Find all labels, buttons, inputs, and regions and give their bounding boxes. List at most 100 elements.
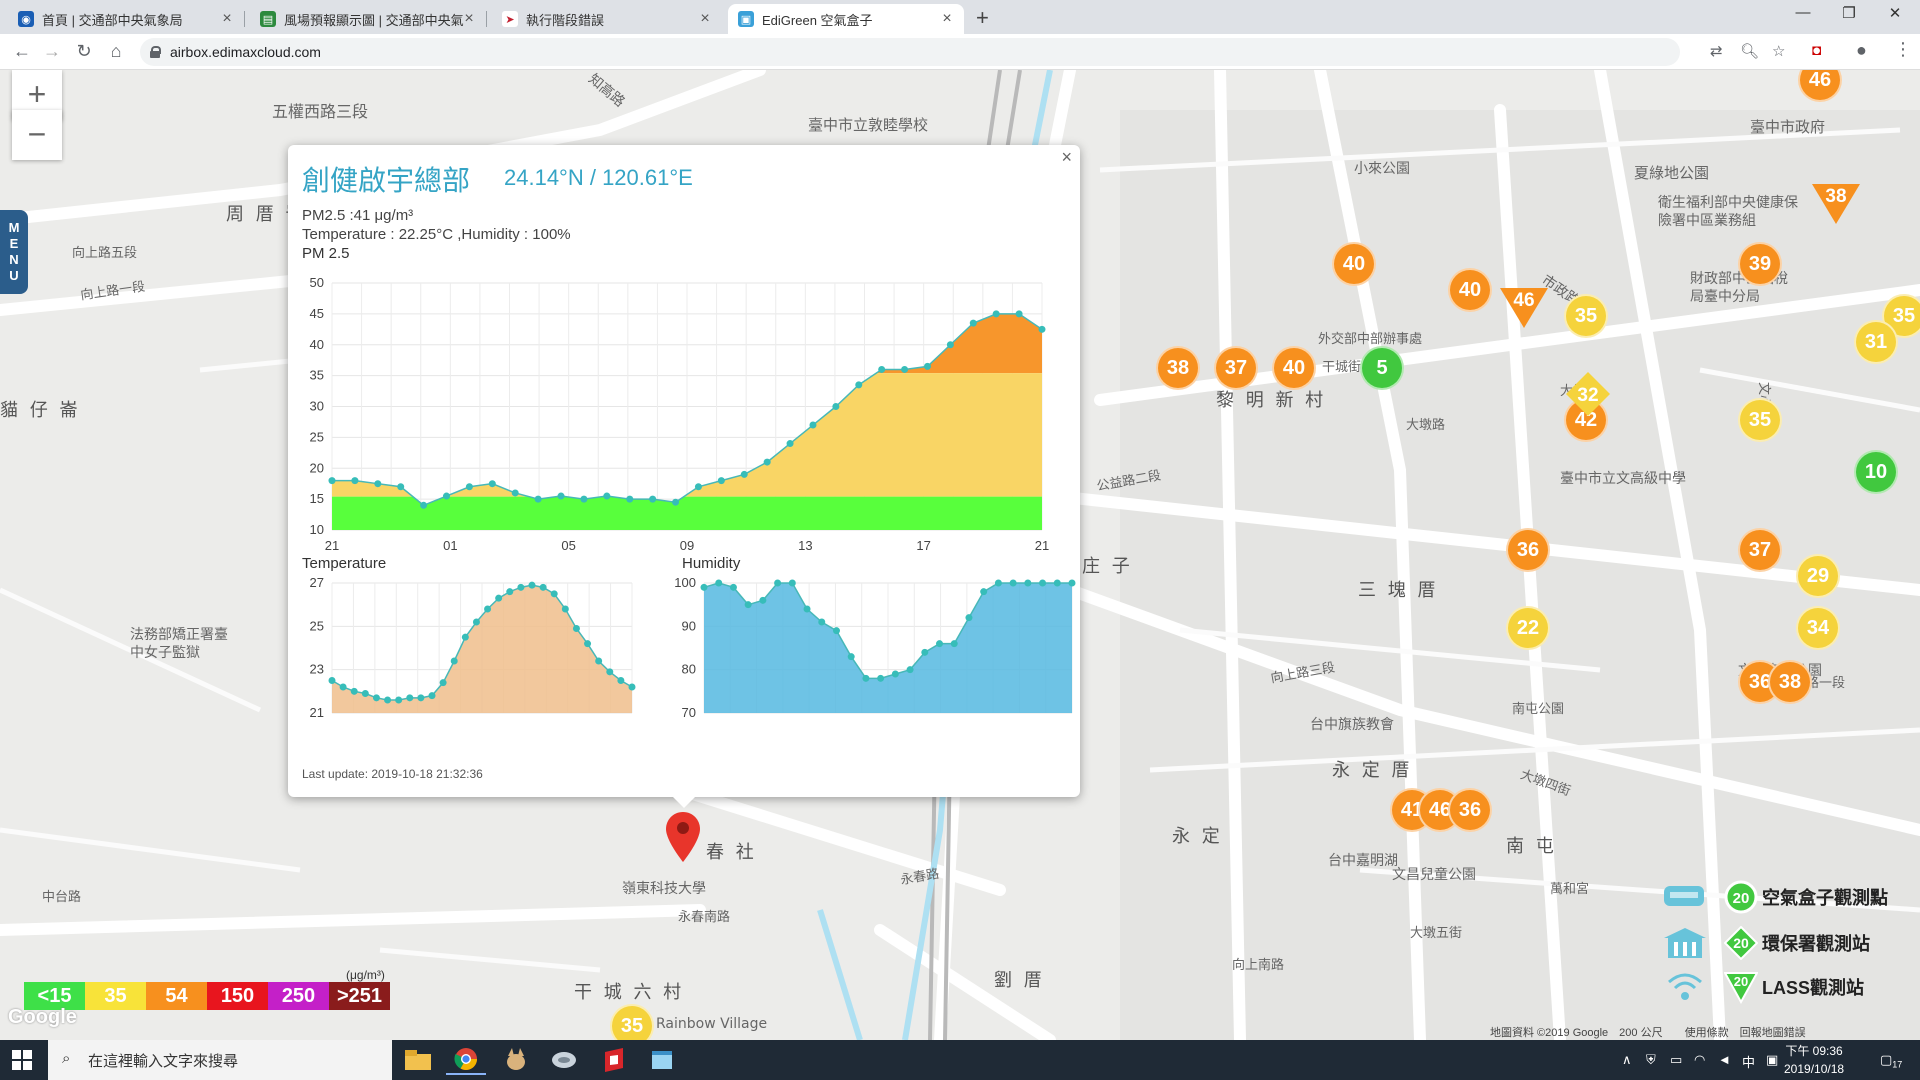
data-point xyxy=(1038,325,1046,333)
more-menu-icon[interactable]: ⋮ xyxy=(1894,39,1912,60)
data-point xyxy=(595,657,603,665)
app-icon-notepad[interactable] xyxy=(642,1045,682,1075)
sensor-marker[interactable]: 38 xyxy=(1768,660,1812,704)
sensor-marker[interactable]: 35 xyxy=(1738,398,1782,442)
chrome-icon[interactable] xyxy=(446,1045,486,1075)
x-tick-label: 13 xyxy=(798,538,812,553)
data-point xyxy=(759,596,767,604)
data-point xyxy=(1068,579,1076,587)
data-point xyxy=(906,666,914,674)
airbox-icon xyxy=(1660,880,1710,914)
sensor-marker[interactable]: 40 xyxy=(1272,346,1316,390)
close-icon[interactable]: × xyxy=(696,10,714,28)
y-tick-label: 35 xyxy=(310,368,324,383)
sensor-marker[interactable]: 37 xyxy=(1214,346,1258,390)
tab-label: 執行階段錯誤 xyxy=(526,12,605,28)
app-icon-red[interactable] xyxy=(594,1045,634,1075)
data-point xyxy=(946,341,954,349)
extension-icon[interactable]: ◘ xyxy=(1812,42,1821,59)
close-icon[interactable]: × xyxy=(218,10,236,28)
menu-button[interactable]: MENU xyxy=(0,210,28,294)
data-point xyxy=(384,696,392,704)
profile-icon[interactable]: ● xyxy=(1856,40,1867,61)
minimize-icon[interactable]: — xyxy=(1780,4,1826,21)
data-point xyxy=(878,365,886,373)
sensor-info-popup: × 創健啟宇總部 24.14°N / 120.61°E PM2.5 :41 μg… xyxy=(288,145,1080,797)
home-icon[interactable]: ⌂ xyxy=(104,41,128,62)
sensor-marker[interactable]: 34 xyxy=(1796,606,1840,650)
sensor-marker[interactable]: 40 xyxy=(1448,268,1492,312)
app-icon-cat[interactable] xyxy=(496,1045,536,1075)
zoom-out-button[interactable]: − xyxy=(12,110,62,160)
volume-icon[interactable]: ◄ xyxy=(1718,1052,1731,1067)
sensor-marker[interactable]: 22 xyxy=(1506,606,1550,650)
windows-start-icon[interactable] xyxy=(12,1050,32,1070)
sensor-marker[interactable]: 31 xyxy=(1854,320,1898,364)
box-icon: ▣ xyxy=(738,11,754,27)
restore-icon[interactable]: ❐ xyxy=(1826,4,1872,22)
aqi-cell: 54 xyxy=(146,982,207,1010)
sensor-marker[interactable]: 10 xyxy=(1854,450,1898,494)
legend-label: LASS觀測站 xyxy=(1762,978,1865,998)
sensor-marker[interactable]: 36 xyxy=(1506,528,1550,572)
file-explorer-icon[interactable] xyxy=(398,1045,438,1075)
forward-icon[interactable]: → xyxy=(40,41,64,62)
tab-wind-forecast[interactable]: ▤ 風場預報顯示圖 | 交通部中央氣象局 × xyxy=(250,4,487,34)
tab-strip: ◉ 首頁 | 交通部中央氣象局 × ▤ 風場預報顯示圖 | 交通部中央氣象局 ×… xyxy=(0,0,1920,34)
taskbar-search-box[interactable]: ⌕ 在這裡輸入文字來搜尋 xyxy=(48,1040,392,1080)
data-point xyxy=(965,614,973,622)
new-tab-button[interactable]: + xyxy=(976,5,989,31)
eye-icon: ◉ xyxy=(18,11,34,27)
sensor-marker[interactable]: 5 xyxy=(1360,346,1404,390)
app-icon-plane[interactable] xyxy=(544,1045,584,1075)
tab-cwb-home[interactable]: ◉ 首頁 | 交通部中央氣象局 × xyxy=(8,4,245,34)
zoom-icon[interactable]: 🔍︎ xyxy=(1740,42,1759,60)
tab-runtime-error[interactable]: ➤ 執行階段錯誤 × xyxy=(492,4,722,34)
sensor-marker[interactable]: 36 xyxy=(1448,788,1492,832)
map-label: 衛生福利部中央健康保險署中區業務組 xyxy=(1658,195,1798,229)
popup-close-button[interactable]: × xyxy=(1061,147,1072,168)
lass-marker-value: 38 xyxy=(1825,186,1846,207)
taskbar-clock[interactable]: 下午 09:36 2019/10/18 xyxy=(1784,1042,1844,1078)
ime-indicator[interactable]: 中 xyxy=(1742,1052,1755,1071)
window-close-icon[interactable]: ✕ xyxy=(1872,4,1918,22)
data-point xyxy=(361,690,369,697)
aqi-cell: 35 xyxy=(85,982,146,1010)
close-icon[interactable]: × xyxy=(460,10,478,28)
map-label: 文昌兒童公園 xyxy=(1392,867,1476,883)
sensor-marker[interactable]: 40 xyxy=(1332,242,1376,286)
url-bar[interactable]: airbox.edimaxcloud.com xyxy=(140,38,1680,66)
sensor-marker[interactable]: 37 xyxy=(1738,528,1782,572)
data-point xyxy=(511,489,519,497)
aqi-unit-label: (μg/m³) xyxy=(346,968,385,982)
pm25-chart: 10 15 20 25 30 35 40 45 50 21 01 05 09 13 17 21 xyxy=(310,275,1050,553)
reload-icon[interactable]: ↻ xyxy=(72,41,96,62)
translate-icon[interactable]: ⇄ xyxy=(1710,42,1723,60)
keyboard-icon[interactable]: ▣ xyxy=(1766,1052,1778,1068)
popup-pointer xyxy=(672,796,696,808)
arrow-logo-icon: ➤ xyxy=(502,11,518,27)
tray-security-icon[interactable]: ⛨ xyxy=(1646,1052,1656,1068)
wifi-icon[interactable]: ◠ xyxy=(1694,1052,1705,1068)
tab-edigreen[interactable]: ▣ EdiGreen 空氣盒子 × xyxy=(728,4,964,34)
lass-marker[interactable]: 38 xyxy=(1812,184,1860,226)
map-attribution[interactable]: 地圖資料 ©2019 Google 200 公尺 使用條款 回報地圖錯誤 xyxy=(1490,1024,1806,1040)
map-label: 五權西路三段 xyxy=(272,102,369,121)
building-icon xyxy=(1660,926,1710,960)
epa-station-marker[interactable]: 32 xyxy=(1566,372,1610,416)
lass-marker[interactable]: 46 xyxy=(1500,288,1548,330)
close-icon[interactable]: × xyxy=(938,10,956,28)
tray-expand-icon[interactable]: ∧ xyxy=(1622,1052,1632,1068)
notification-icon[interactable]: ▢17 xyxy=(1880,1052,1902,1070)
data-point xyxy=(517,583,525,591)
star-icon[interactable]: ☆ xyxy=(1772,42,1785,60)
sensor-marker[interactable]: 29 xyxy=(1796,554,1840,598)
sensor-marker[interactable]: 38 xyxy=(1156,346,1200,390)
location-pin-icon[interactable] xyxy=(666,812,700,862)
back-icon[interactable]: ← xyxy=(10,41,34,62)
sensor-marker[interactable]: 39 xyxy=(1738,242,1782,286)
sensor-marker[interactable]: 35 xyxy=(1564,294,1608,338)
map-label: 臺中市政府 xyxy=(1750,118,1826,136)
battery-icon[interactable]: ▭ xyxy=(1670,1052,1682,1068)
sensor-marker[interactable]: 35 xyxy=(610,1004,654,1040)
